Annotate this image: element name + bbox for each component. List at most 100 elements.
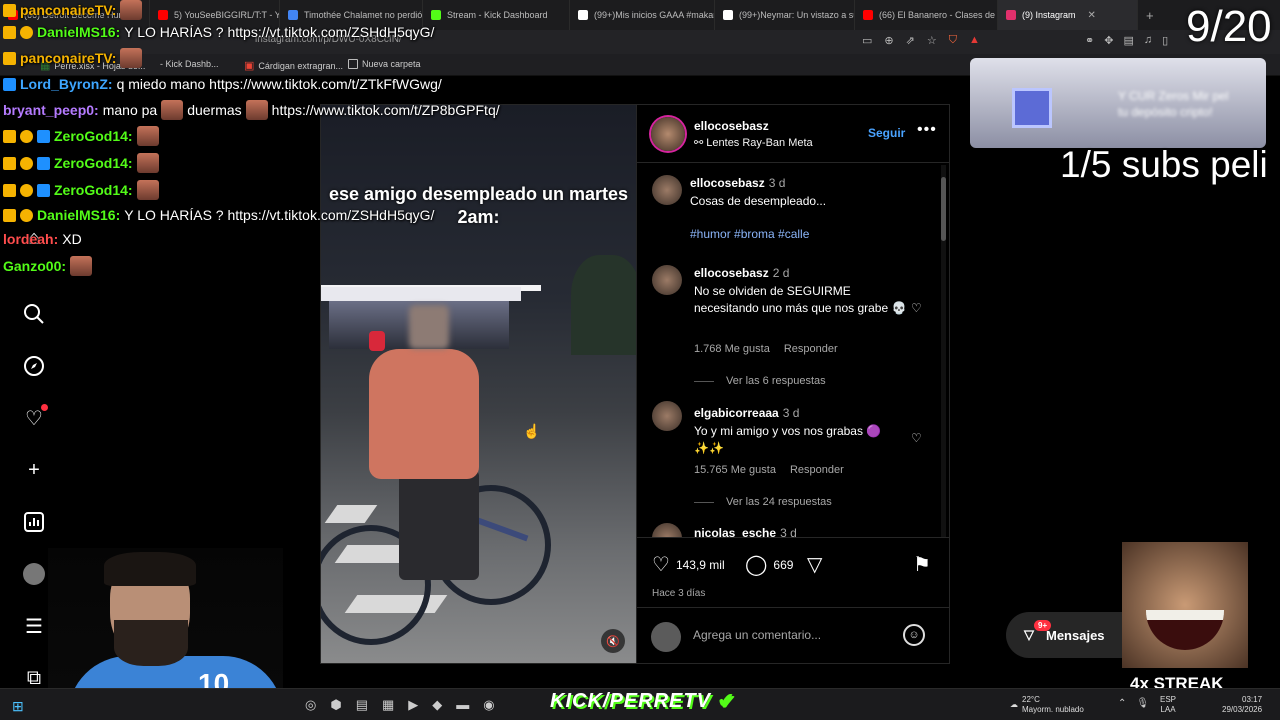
chat-username[interactable]: DanielMS16: [37,207,120,223]
browser-tab[interactable]: (99+)Neymar: Un vistazo a su [715,0,855,30]
video-person-head-blurred [409,305,449,349]
language-indicator[interactable]: ESP LAA [1160,695,1176,715]
media-icon[interactable]: ♫ [1144,34,1152,47]
alert-text-line: Y CUR Zeros Mir pel [1118,89,1229,103]
share-button[interactable]: ▽ [807,552,822,577]
taskbar-clock[interactable]: 03:17 29/03/2026 [1222,695,1262,715]
weather-widget[interactable]: ☁ 22°C Mayorm. nublado [1010,695,1084,715]
comment-like-icon[interactable]: ♡ [911,431,922,445]
browser-tab[interactable]: (66) El Bananero - Clases de Ed [855,0,998,30]
subs-goal: 1/5 subs peli [1060,144,1268,185]
comment-username: ellocosebasz [694,266,769,280]
chat-message: ZeroGod14: [3,180,159,200]
chat-username[interactable]: lordeah: [3,231,58,247]
extension-icon[interactable]: ⚭ [1085,34,1094,47]
apps-icon[interactable]: ⧉ [22,666,46,690]
app-icon[interactable]: ⬢ [330,697,341,713]
app-icon[interactable]: ▶ [408,697,418,713]
mute-button[interactable]: 🔇 [601,629,625,653]
new-tab-button[interactable]: + [1138,8,1162,23]
messages-badge: 9+ [1034,620,1052,631]
scroll-thumb[interactable] [941,177,946,241]
chat-emote [245,100,268,120]
chat-username[interactable]: ZeroGod14: [54,128,133,144]
more-options-icon[interactable]: ••• [917,121,937,139]
save-button[interactable]: ⚑ [913,552,931,577]
comment-likes[interactable]: 1.768 Me gusta [694,343,770,355]
chat-message: ZeroGod14: [3,126,159,146]
app-icon[interactable]: ▬ [456,697,469,713]
app-icon[interactable]: ◉ [483,697,494,713]
comment-avatar[interactable] [652,265,682,295]
comment-author[interactable]: nicolas_esche 3 d [694,526,797,537]
chat-message: panconaireTV: [3,0,143,20]
chat-username[interactable]: ZeroGod14: [54,182,133,198]
browser-tab[interactable]: (9) Instagram ✕ [998,0,1138,30]
split-view-icon[interactable]: ▯ [1162,34,1168,47]
app-icon[interactable]: ◆ [432,697,442,713]
comment-meta: 15.765 Me gusta Responder [694,464,844,476]
zoom-icon[interactable]: ⊕ [884,34,893,47]
profile-avatar[interactable] [22,562,46,586]
donation-alert: Y CUR Zeros Mir pel tu depósito cripto! [970,58,1266,148]
app-icon[interactable]: ◎ [305,697,316,713]
chat-username[interactable]: panconaireTV: [20,2,116,18]
chat-badge-icon [37,129,50,143]
bookmark-star-icon[interactable]: ☆ [927,34,937,47]
weather-cloud-icon: ☁ [1010,700,1018,709]
share-icon[interactable]: ⇗ [906,34,915,47]
kick-brand-text: KICK/PERRETV [550,690,711,712]
comment-like-icon[interactable]: ♡ [911,301,922,315]
chat-username[interactable]: ZeroGod14: [54,155,133,171]
rewards-icon[interactable]: ▲ [969,34,980,47]
app-icon[interactable]: ▤ [356,697,368,713]
comment-button[interactable]: ◯ 669 [745,552,793,577]
search-icon[interactable] [22,302,46,326]
chat-username[interactable]: bryant_peep0: [3,102,99,118]
windows-start-icon[interactable]: ⊞ [12,698,24,715]
hashtags[interactable]: #humor #broma #calle [690,227,809,241]
chat-message: panconaireTV: [3,48,143,68]
chat-emote [136,180,159,200]
weather-text: 22°C Mayorm. nublado [1022,695,1084,715]
emoji-icon[interactable]: ☺ [903,624,925,646]
close-tab-icon[interactable]: ✕ [1088,10,1096,21]
view-replies[interactable]: Ver las 24 respuestas [694,496,832,508]
comment-author[interactable]: ellocosebasz 2 d [694,266,789,280]
follow-button[interactable]: Seguir [868,126,905,140]
author-username[interactable]: ellocosebasz [694,119,769,133]
comment-avatar[interactable] [652,523,682,537]
notifications-heart-icon[interactable]: ♡ [22,404,48,430]
chat-badge-icon [3,25,16,39]
chat-username[interactable]: Lord_ByronZ: [20,76,113,92]
app-icon[interactable]: ▦ [382,697,394,713]
comment-input[interactable] [693,628,893,642]
comments-scrollbar[interactable] [941,165,946,537]
microphone-icon[interactable]: 🎙 [1136,698,1149,709]
author-avatar[interactable] [651,117,685,151]
explore-icon[interactable] [22,354,46,378]
reply-button[interactable]: Responder [790,464,844,476]
brave-shield-icon[interactable]: ⛉ [949,34,957,47]
comment-likes[interactable]: 15.765 Me gusta [694,464,776,476]
chat-username[interactable]: Ganzo00: [3,258,66,274]
comment-text: No se olviden de SEGUIRME necesitando un… [694,284,907,315]
reply-button[interactable]: Responder [784,343,838,355]
comment-author[interactable]: elgabicorreaaa 3 d [694,406,799,420]
view-replies[interactable]: Ver las 6 respuestas [694,375,826,387]
chat-badge-icon [37,156,50,170]
create-icon[interactable]: + [22,458,46,482]
dashboard-icon[interactable] [22,510,46,534]
like-button[interactable]: ♡ 143,9 mil [652,552,725,577]
comment-avatar[interactable] [652,401,682,431]
puzzle-icon[interactable]: ✥ [1104,34,1113,47]
sidebar-toggle-icon[interactable]: ▤ [1123,34,1133,47]
send-icon: ▽ [807,554,823,576]
tray-chevron-icon[interactable]: ⌃ [1118,698,1126,709]
comment-author[interactable]: ellocosebasz 3 d [690,176,785,190]
menu-icon[interactable]: ☰ [22,614,46,638]
screenshot-icon[interactable]: ▭ [862,34,872,47]
comment-avatar[interactable] [652,175,682,205]
chat-username[interactable]: DanielMS16: [37,24,120,40]
chat-username[interactable]: panconaireTV: [20,50,116,66]
